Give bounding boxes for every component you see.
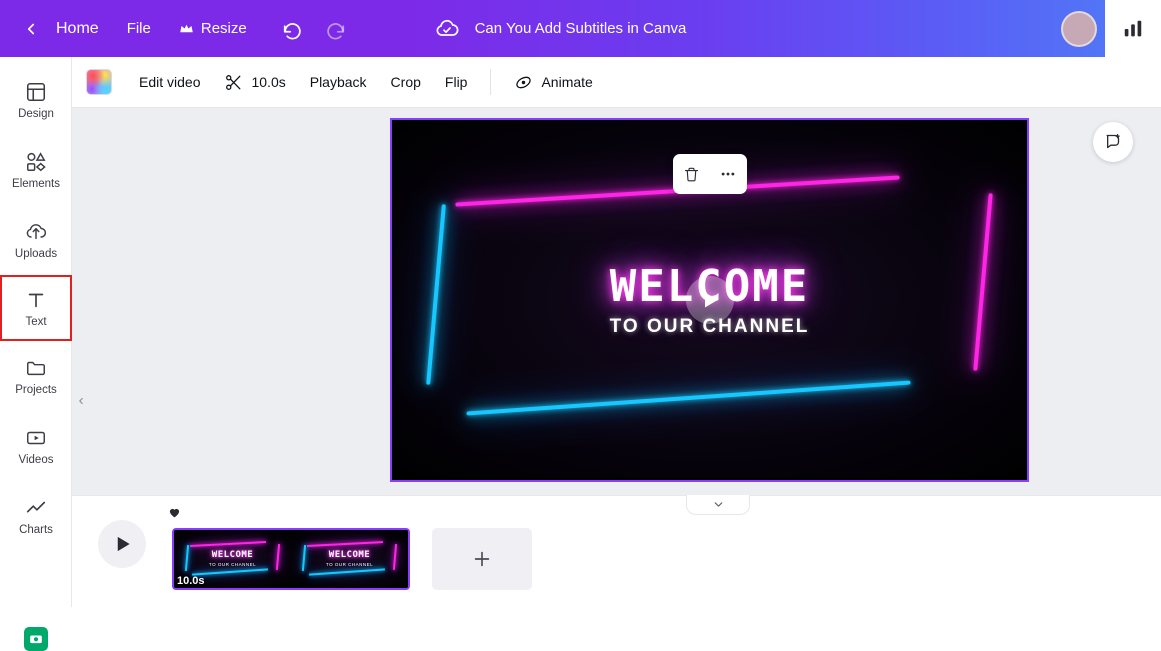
video-play-icon xyxy=(27,431,45,444)
file-menu[interactable]: File xyxy=(113,11,165,47)
sidebar-item-apps[interactable] xyxy=(24,627,48,651)
video-toolbar: Edit video 10.0s Playback Crop Flip Anim… xyxy=(72,57,1161,108)
avatar[interactable] xyxy=(1061,10,1097,47)
redo-icon xyxy=(326,22,344,39)
playback-button[interactable]: Playback xyxy=(299,65,378,99)
duration-button[interactable]: 10.0s xyxy=(213,65,296,99)
resize-label: Resize xyxy=(200,20,247,37)
sidebar-item-label: Elements xyxy=(12,177,60,190)
sidebar-item-design[interactable]: Design xyxy=(0,65,72,135)
sidebar-item-label: Videos xyxy=(18,453,54,466)
add-page-button[interactable] xyxy=(432,528,532,590)
scissors-icon xyxy=(226,74,241,90)
camera-icon xyxy=(30,635,42,644)
magic-sparkle-icon xyxy=(1106,134,1120,149)
crown-icon xyxy=(180,24,193,33)
clip-thumb-subtext: TO OUR CHANNEL xyxy=(208,561,257,567)
play-icon xyxy=(117,536,130,552)
canvas-stage: WELCOME TO OUR CHANNEL xyxy=(72,108,1161,495)
animate-button[interactable]: Animate xyxy=(503,65,603,99)
top-bar: Home File Resize Can You Add Subtitles i… xyxy=(0,0,1161,57)
upload-cloud-icon xyxy=(26,223,47,239)
sidebar-item-charts[interactable]: Charts xyxy=(0,481,72,551)
resize-button[interactable]: Resize xyxy=(165,11,261,47)
back-button[interactable] xyxy=(12,10,50,48)
undo-button[interactable] xyxy=(275,11,311,47)
elements-shapes-icon xyxy=(27,151,46,171)
redo-button[interactable] xyxy=(317,11,353,47)
animate-icon xyxy=(516,76,532,88)
stats-button[interactable] xyxy=(1105,0,1161,57)
plus-icon xyxy=(474,551,490,567)
sidebar-item-label: Projects xyxy=(15,383,57,396)
folder-icon xyxy=(27,361,45,375)
chevron-down-icon xyxy=(714,502,722,507)
bar-chart-icon xyxy=(1124,20,1142,36)
playback-label: Playback xyxy=(309,74,367,90)
design-grid-icon xyxy=(26,82,46,101)
cloud-saved-icon xyxy=(436,19,459,36)
sidebar-item-elements[interactable]: Elements xyxy=(0,135,72,205)
animate-label: Animate xyxy=(541,74,593,90)
sidebar-item-projects[interactable]: Projects xyxy=(0,341,72,411)
clip-thumb-text: WELCOME xyxy=(328,549,371,560)
timeline-play-button[interactable] xyxy=(98,520,146,568)
play-icon xyxy=(704,292,717,308)
file-label: File xyxy=(126,20,151,37)
delete-button[interactable] xyxy=(676,159,706,189)
line-chart-icon xyxy=(26,501,46,512)
flip-label: Flip xyxy=(444,74,468,90)
edit-video-button[interactable]: Edit video xyxy=(128,65,211,99)
flip-button[interactable]: Flip xyxy=(434,65,479,99)
clip-thumb-text: WELCOME xyxy=(211,549,254,560)
home-button[interactable]: Home xyxy=(50,11,113,47)
chevron-left-small-icon xyxy=(79,397,83,405)
toolbar-divider xyxy=(490,69,492,95)
sidebar-item-label: Charts xyxy=(19,523,53,536)
sidebar-item-label: Uploads xyxy=(14,247,58,260)
more-options-button[interactable] xyxy=(713,159,743,189)
favorite-marker[interactable] xyxy=(168,506,181,522)
sidebar-item-videos[interactable]: Videos xyxy=(0,411,72,481)
color-swatch-button[interactable] xyxy=(86,69,112,95)
heart-icon xyxy=(169,508,180,518)
video-canvas[interactable]: WELCOME TO OUR CHANNEL xyxy=(390,118,1029,482)
left-sidebar: Design Elements Uploads Text Projects Vi… xyxy=(0,57,72,651)
trash-icon xyxy=(684,167,698,181)
duration-label: 10.0s xyxy=(251,74,286,90)
more-dots-icon xyxy=(721,172,735,176)
crop-label: Crop xyxy=(390,74,421,90)
element-context-menu xyxy=(672,154,747,194)
sidebar-item-label: Text xyxy=(25,315,47,328)
home-label: Home xyxy=(56,19,99,37)
stage-collapse-arrow[interactable] xyxy=(76,394,86,411)
timeline-panel: WELCOME TO OUR CHANNEL WELCOME TO OUR CH… xyxy=(72,495,1161,607)
undo-icon xyxy=(283,22,301,39)
crop-button[interactable]: Crop xyxy=(380,65,432,99)
clip-thumb-subtext: TO OUR CHANNEL xyxy=(325,561,374,567)
ai-assistant-button[interactable] xyxy=(1093,122,1133,162)
sidebar-item-uploads[interactable]: Uploads xyxy=(0,205,72,275)
edit-video-label: Edit video xyxy=(139,74,201,90)
timeline-clip[interactable]: WELCOME TO OUR CHANNEL WELCOME TO OUR CH… xyxy=(172,528,410,590)
sidebar-item-label: Design xyxy=(18,107,54,120)
clip-duration-label: 10.0s xyxy=(177,575,205,587)
cloud-save-status[interactable] xyxy=(429,11,465,47)
text-T-icon xyxy=(28,293,44,307)
timeline-collapse-button[interactable] xyxy=(686,495,750,515)
sidebar-item-text[interactable]: Text xyxy=(0,275,72,341)
chevron-left-icon xyxy=(27,23,35,34)
canvas-play-button[interactable] xyxy=(685,276,734,324)
